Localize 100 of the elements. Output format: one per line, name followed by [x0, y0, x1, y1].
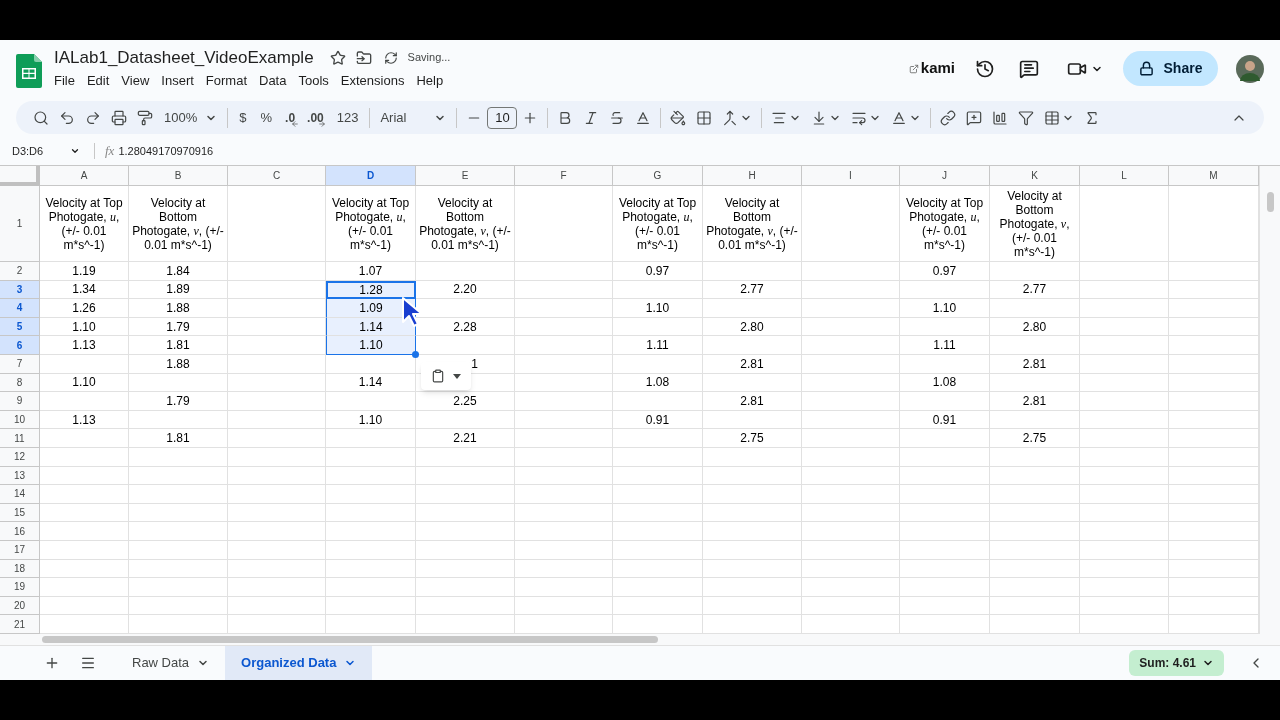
column-header[interactable]: E — [416, 166, 515, 186]
table-cell: 1.08 — [613, 373, 703, 393]
menu-item[interactable]: Tools — [292, 70, 335, 91]
table-cell: Velocity at Top Photogate, u, (+/- 0.01 m*s^-1) — [900, 186, 990, 262]
table-cell: 2.81 — [703, 354, 802, 374]
folder-icon[interactable] — [355, 49, 372, 66]
row-header[interactable]: 14 — [0, 485, 40, 504]
menu-item[interactable]: Format — [199, 70, 253, 91]
menu-item[interactable]: Insert — [155, 70, 200, 91]
menu-item[interactable]: Data — [253, 70, 293, 91]
menu-item[interactable]: Extensions — [334, 70, 411, 91]
column-header[interactable]: G — [613, 166, 703, 186]
column-header[interactable]: M — [1169, 166, 1259, 186]
star-icon[interactable] — [329, 49, 346, 66]
row-header[interactable]: 16 — [0, 522, 40, 541]
table-cell: 1.11 — [900, 336, 990, 355]
menu-item[interactable]: View — [115, 70, 156, 91]
column-header[interactable]: H — [703, 166, 802, 186]
row-header[interactable]: 9 — [0, 392, 40, 411]
zoom-select[interactable]: 100% — [158, 104, 224, 131]
row-header[interactable]: 1 — [0, 186, 40, 262]
name-box[interactable]: D3:D6 — [0, 142, 88, 160]
column-header[interactable]: D — [326, 166, 416, 186]
column-header[interactable]: L — [1080, 166, 1169, 186]
vertical-scrollbar[interactable] — [1266, 192, 1274, 212]
sheet-tab[interactable]: Organized Data — [225, 645, 373, 680]
column-header[interactable]: C — [228, 166, 326, 186]
sum-summary[interactable]: Sum: 4.61 — [1129, 649, 1224, 676]
sheet-tab[interactable]: Raw Data — [116, 645, 226, 680]
table-cell: Velocity at Top Photogate, u, (+/- 0.01 m*s^-1) — [613, 186, 703, 262]
merge-icon — [722, 109, 739, 126]
table-cell: 1.89 — [129, 280, 228, 300]
column-header[interactable]: A — [40, 166, 129, 186]
document-title[interactable]: IALab1_Datasheet_VideoExample — [54, 44, 314, 71]
table-cell: Velocity at Bottom Photogate, v, (+/- 0.01 m*s^-1) — [416, 186, 515, 262]
sync-icon — [383, 50, 398, 65]
row-header[interactable]: 21 — [0, 615, 40, 634]
table-cell: 2.75 — [990, 429, 1080, 448]
currency-format[interactable]: $ — [232, 104, 254, 131]
paste-options-button[interactable] — [421, 362, 471, 390]
row-header[interactable]: 11 — [0, 429, 40, 448]
fx-icon: fx — [105, 141, 115, 161]
column-header[interactable]: F — [515, 166, 613, 186]
row-header[interactable]: 6 — [0, 336, 40, 355]
table-cell: 1.10 — [40, 317, 129, 337]
lock-icon — [1138, 61, 1154, 76]
row-header[interactable]: 2 — [0, 262, 40, 281]
table-cell: 2.75 — [703, 429, 802, 448]
table-cell: 2.20 — [416, 280, 515, 300]
kami-button[interactable]: kami — [908, 57, 955, 80]
table-cell: 1.10 — [900, 299, 990, 318]
comment-icon[interactable] — [1019, 58, 1039, 79]
fill-handle[interactable] — [412, 350, 419, 358]
table-cell: 0.91 — [613, 410, 703, 430]
increase-decimals-button[interactable]: .00 — [301, 104, 330, 131]
horizontal-scrollbar[interactable] — [42, 635, 658, 643]
table-cell: 1.88 — [129, 354, 228, 374]
number-format[interactable]: 123 — [329, 104, 366, 131]
table-cell: 1.84 — [129, 262, 228, 281]
column-header[interactable]: B — [129, 166, 228, 186]
table-cell: 1.10 — [326, 410, 416, 430]
menu-item[interactable]: File — [53, 70, 81, 91]
table-cell: 1.11 — [613, 336, 703, 355]
column-header[interactable]: I — [802, 166, 900, 186]
menu-item[interactable]: Help — [410, 70, 450, 91]
share-button[interactable]: Share — [1123, 51, 1218, 86]
table-cell: 1.81 — [129, 429, 228, 448]
table-cell: 0.91 — [900, 410, 990, 430]
sheets-logo-icon[interactable] — [16, 53, 42, 88]
table-cell: 1.26 — [40, 299, 129, 318]
row-header[interactable]: 19 — [0, 578, 40, 597]
table-cell: 1.19 — [40, 262, 129, 281]
clipboard-icon — [431, 369, 445, 383]
table-cell: 1.34 — [40, 280, 129, 300]
table-cell: 1.13 — [40, 410, 129, 430]
table-cell: 1.14 — [326, 373, 416, 393]
external-link-icon — [908, 63, 919, 74]
menu-item[interactable]: Edit — [80, 70, 116, 91]
formula-field[interactable]: 1.28049170970916 — [118, 142, 1280, 160]
font-select[interactable]: Arial — [374, 104, 453, 131]
rotate-text-icon — [891, 109, 908, 126]
table-cell: 1.81 — [129, 336, 228, 355]
table-cell: Velocity at Top Photogate, u, (+/- 0.01 m*s^-1) — [40, 186, 129, 262]
history-icon[interactable] — [975, 58, 995, 79]
column-header[interactable]: J — [900, 166, 990, 186]
table-cell: 2.80 — [703, 317, 802, 337]
table-cell: 1.10 — [40, 373, 129, 393]
table-icon — [1044, 109, 1061, 126]
row-header[interactable]: 4 — [0, 299, 40, 318]
table-cell: 2.81 — [990, 354, 1080, 374]
table-cell: 1.13 — [40, 336, 129, 355]
table-cell: 1.08 — [900, 373, 990, 393]
percent-format[interactable]: % — [253, 104, 280, 131]
avatar[interactable] — [1236, 54, 1264, 83]
font-size-field[interactable]: 10 — [487, 106, 518, 129]
save-status: Saving... — [407, 50, 451, 66]
caret-icon — [70, 146, 80, 156]
decrease-decimals-button[interactable]: .0 — [279, 104, 302, 131]
caret-icon — [453, 373, 461, 379]
column-header[interactable]: K — [990, 166, 1080, 186]
